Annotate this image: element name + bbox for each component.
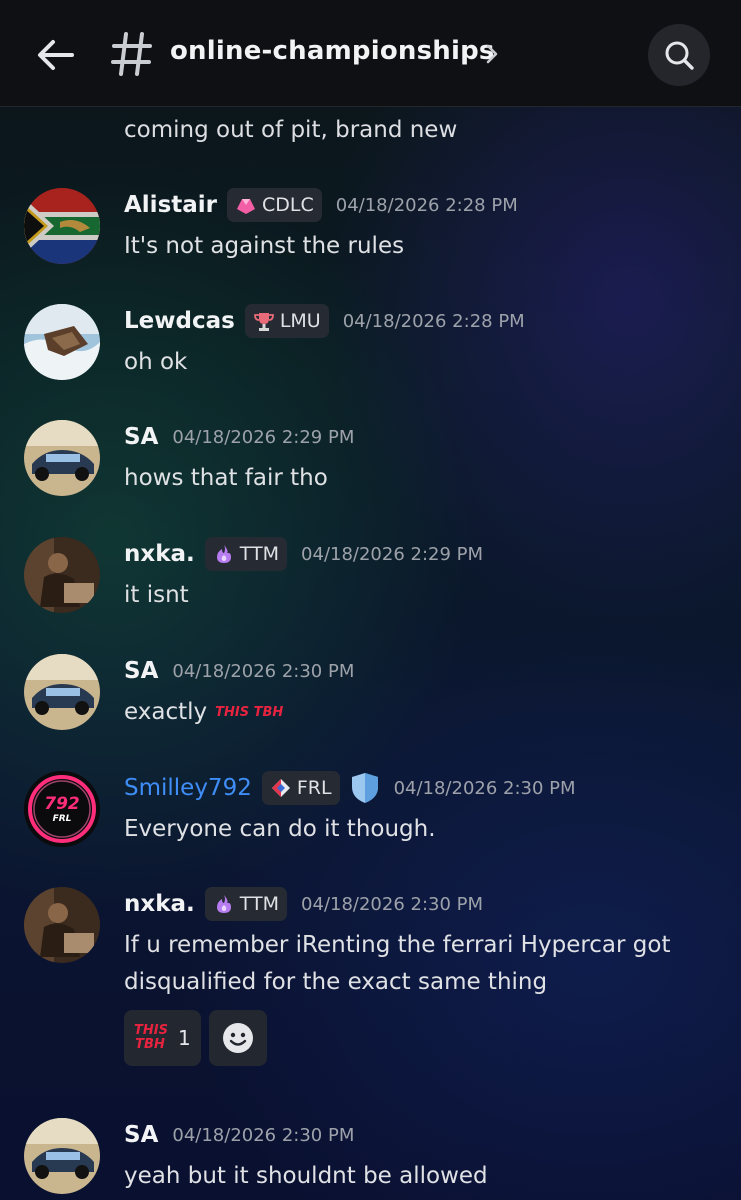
- message-text: hows that fair tho: [124, 465, 328, 491]
- hash-icon: [111, 32, 152, 76]
- timestamp: 04/18/2026 2:30 PM: [172, 660, 355, 682]
- timestamp: 04/18/2026 2:28 PM: [342, 310, 525, 332]
- message-text: oh ok: [124, 349, 188, 375]
- server-tag[interactable]: CDLC: [227, 188, 322, 222]
- message-line: If u remember iRenting the ferrari Hyper…: [124, 932, 671, 958]
- message-text: It's not against the rules: [124, 233, 405, 259]
- gem-icon: [237, 199, 255, 214]
- avatar[interactable]: [24, 188, 100, 264]
- username[interactable]: Smilley792: [124, 775, 252, 801]
- username[interactable]: nxka.: [124, 541, 195, 567]
- avatar[interactable]: [24, 304, 100, 380]
- reaction-bar: THIS TBH 1: [124, 1010, 267, 1066]
- add-reaction-icon: [222, 1023, 253, 1053]
- avatar[interactable]: [24, 1118, 100, 1194]
- add-reaction-button[interactable]: [208, 1010, 267, 1066]
- server-tag[interactable]: FRL: [261, 771, 340, 805]
- username[interactable]: Lewdcas: [124, 308, 235, 334]
- username[interactable]: nxka.: [124, 891, 195, 917]
- server-tag[interactable]: TTM: [204, 537, 288, 571]
- timestamp: 04/18/2026 2:29 PM: [301, 543, 484, 565]
- chevron-right-icon[interactable]: [484, 42, 500, 66]
- server-tag[interactable]: TTM: [204, 887, 288, 921]
- message-text: Everyone can do it though.: [124, 816, 436, 842]
- search-icon: [665, 41, 694, 70]
- timestamp: 04/18/2026 2:28 PM: [335, 194, 518, 216]
- trophy-icon: [253, 313, 274, 331]
- message-text: exactly THIS TBH: [124, 694, 283, 731]
- username[interactable]: SA: [124, 424, 158, 450]
- avatar-text: 792: [44, 794, 80, 814]
- channel-name[interactable]: online-championships: [170, 36, 495, 66]
- this-tbh-emoji: THIS TBH: [134, 1023, 168, 1052]
- moderator-shield-icon[interactable]: [350, 771, 380, 805]
- timestamp: 04/18/2026 2:30 PM: [301, 893, 484, 915]
- timestamp: 04/18/2026 2:30 PM: [393, 777, 576, 799]
- avatar[interactable]: [24, 887, 100, 963]
- timestamp: 04/18/2026 2:29 PM: [172, 426, 355, 448]
- message-text: If u remember iRenting the ferrari Hyper…: [124, 927, 671, 1001]
- username[interactable]: SA: [124, 658, 158, 684]
- this-tbh-emoji[interactable]: THIS TBH: [215, 705, 283, 720]
- avatar[interactable]: [24, 537, 100, 613]
- message-feed: coming out of pit, brand new Alistair CD…: [0, 107, 741, 1200]
- back-arrow-icon[interactable]: [34, 34, 76, 76]
- message-body: exactly: [124, 699, 208, 725]
- diamond-flag-icon: [271, 779, 290, 797]
- reaction-this-tbh[interactable]: THIS TBH 1: [124, 1010, 201, 1066]
- avatar[interactable]: 792 FRL: [24, 771, 100, 847]
- message-continuation: coming out of pit, brand new: [124, 117, 458, 143]
- message-line: disqualified for the exact same thing: [124, 969, 548, 995]
- search-button[interactable]: [648, 24, 710, 86]
- username[interactable]: Alistair: [124, 192, 217, 218]
- flame-icon: [216, 895, 231, 913]
- reaction-count: 1: [178, 1026, 191, 1050]
- avatar-subtext: FRL: [52, 814, 72, 824]
- flame-icon: [216, 545, 231, 563]
- message-text: yeah but it shouldnt be allowed: [124, 1163, 488, 1189]
- avatar[interactable]: [24, 420, 100, 496]
- avatar[interactable]: [24, 654, 100, 730]
- server-tag[interactable]: LMU: [244, 304, 329, 338]
- message-text: it isnt: [124, 582, 189, 608]
- timestamp: 04/18/2026 2:30 PM: [172, 1124, 355, 1146]
- username[interactable]: SA: [124, 1122, 158, 1148]
- channel-header: online-championships: [0, 0, 741, 107]
